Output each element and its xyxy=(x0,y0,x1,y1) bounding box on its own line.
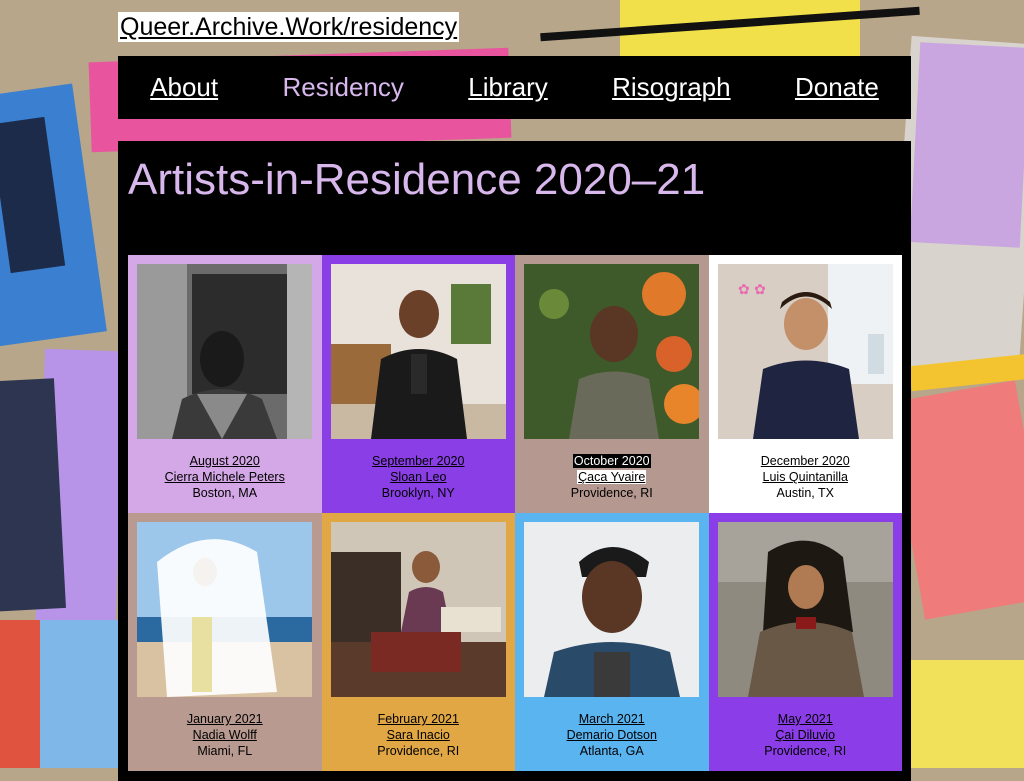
resident-name[interactable]: Cierra Michele Peters xyxy=(128,469,322,485)
resident-card: January 2021 Nadia Wolff Miami, FL xyxy=(128,513,322,771)
resident-name[interactable]: Luis Quintanilla xyxy=(709,469,903,485)
resident-month[interactable]: December 2020 xyxy=(709,453,903,469)
resident-month[interactable]: October 2020 xyxy=(515,453,709,469)
resident-location: Providence, RI xyxy=(570,486,653,500)
main-nav: About Residency Library Risograph Donate xyxy=(118,56,911,119)
resident-photo[interactable]: ✿ ✿ xyxy=(717,264,893,439)
nav-residency[interactable]: Residency xyxy=(282,72,403,103)
resident-photo[interactable] xyxy=(524,522,699,697)
resident-location: Miami, FL xyxy=(197,744,253,758)
resident-photo[interactable] xyxy=(717,522,893,697)
resident-card: February 2021 Sara Inacio Providence, RI xyxy=(321,513,516,771)
resident-month-text: October 2020 xyxy=(572,454,651,468)
resident-location: Atlanta, GA xyxy=(579,744,644,758)
resident-name[interactable]: Nadia Wolff xyxy=(128,727,322,743)
resident-card: March 2021 Demario Dotson Atlanta, GA xyxy=(515,513,709,771)
resident-location: Brooklyn, NY xyxy=(381,486,455,500)
resident-month[interactable]: May 2021 xyxy=(709,711,903,727)
site-title-link[interactable]: Queer.Archive.Work/residency xyxy=(118,12,460,42)
resident-month[interactable]: January 2021 xyxy=(128,711,322,727)
resident-photo[interactable] xyxy=(524,264,699,439)
resident-card: ✿ ✿ December 2020 Luis Quintanilla Austi… xyxy=(708,255,903,513)
resident-month[interactable]: August 2020 xyxy=(128,453,322,469)
nav-library[interactable]: Library xyxy=(468,72,547,103)
resident-photo[interactable] xyxy=(330,522,506,697)
resident-name[interactable]: Çaca Yvaire xyxy=(515,469,709,485)
residency-panel: Artists-in-Residence 2020–21 August 2020… xyxy=(118,141,911,781)
resident-name[interactable]: Sloan Leo xyxy=(322,469,516,485)
resident-month[interactable]: September 2020 xyxy=(322,453,516,469)
nav-risograph[interactable]: Risograph xyxy=(612,72,731,103)
resident-name[interactable]: Çai Diluvio xyxy=(709,727,903,743)
resident-location: Providence, RI xyxy=(377,744,460,758)
resident-photo[interactable] xyxy=(137,522,312,697)
resident-card: August 2020 Cierra Michele Peters Boston… xyxy=(128,255,322,513)
resident-name[interactable]: Demario Dotson xyxy=(515,727,709,743)
svg-text:✿ ✿: ✿ ✿ xyxy=(738,282,766,298)
resident-photo[interactable] xyxy=(137,264,312,439)
nav-donate[interactable]: Donate xyxy=(795,72,879,103)
resident-name-text: Çaca Yvaire xyxy=(577,470,647,484)
resident-location: Providence, RI xyxy=(764,744,847,758)
resident-location: Austin, TX xyxy=(776,486,834,500)
resident-month[interactable]: February 2021 xyxy=(322,711,516,727)
nav-about[interactable]: About xyxy=(150,72,218,103)
resident-month[interactable]: March 2021 xyxy=(515,711,709,727)
resident-card: May 2021 Çai Diluvio Providence, RI xyxy=(708,513,903,771)
resident-name[interactable]: Sara Inacio xyxy=(322,727,516,743)
page-title: Artists-in-Residence 2020–21 xyxy=(128,155,706,204)
resident-card: September 2020 Sloan Leo Brooklyn, NY xyxy=(321,255,516,513)
resident-location: Boston, MA xyxy=(192,486,258,500)
resident-photo[interactable] xyxy=(330,264,506,439)
resident-card: October 2020 Çaca Yvaire Providence, RI xyxy=(515,255,709,513)
residents-grid: August 2020 Cierra Michele Peters Boston… xyxy=(128,255,902,771)
